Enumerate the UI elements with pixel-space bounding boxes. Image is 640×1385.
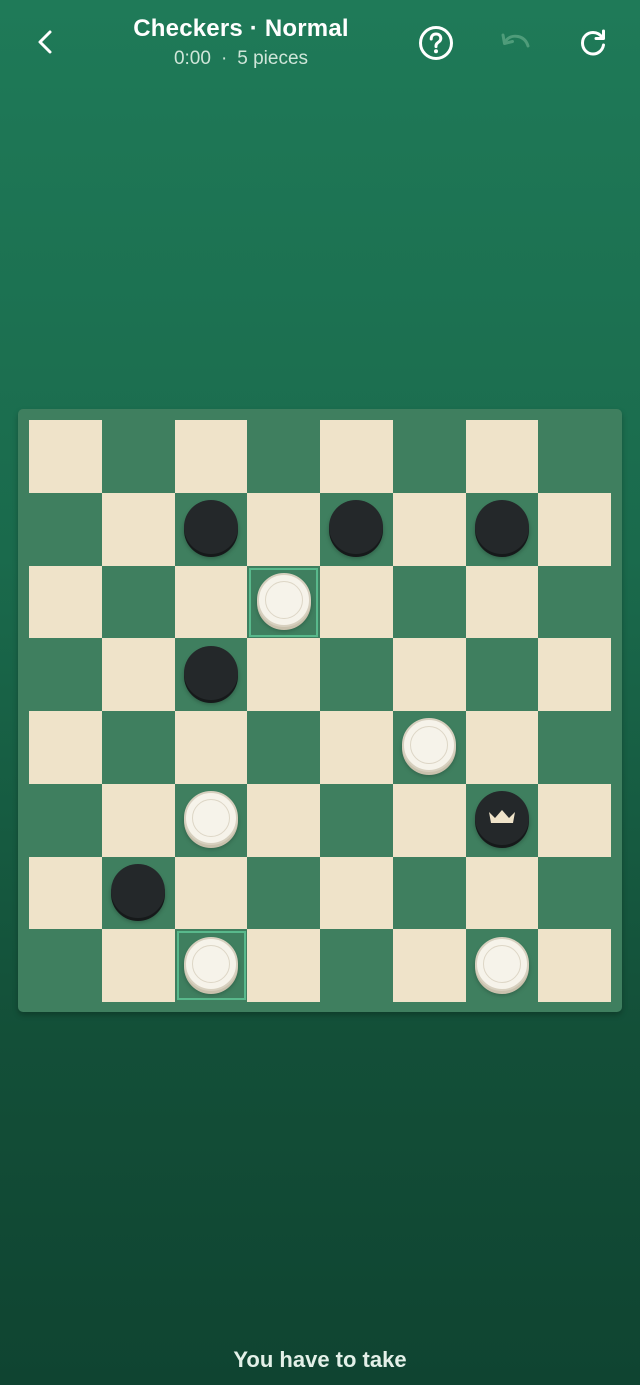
dark-square[interactable] xyxy=(392,856,466,930)
light-square xyxy=(247,492,321,566)
separator: · xyxy=(220,48,228,69)
light-square xyxy=(29,420,102,493)
light-square xyxy=(538,783,612,857)
light-square xyxy=(29,711,102,784)
white-piece[interactable] xyxy=(474,936,529,991)
light-square xyxy=(174,856,248,930)
light-square xyxy=(392,492,466,566)
light-square xyxy=(29,565,102,639)
dark-square[interactable] xyxy=(392,565,466,639)
light-square xyxy=(101,492,175,566)
timer: 0:00 xyxy=(173,48,211,69)
restart-icon xyxy=(580,29,605,56)
light-square xyxy=(174,420,248,493)
black-piece[interactable] xyxy=(183,500,238,555)
light-square xyxy=(538,638,612,712)
dark-square[interactable] xyxy=(465,638,539,712)
light-square xyxy=(174,565,248,639)
checkers-board[interactable] xyxy=(29,420,612,1003)
light-square xyxy=(320,565,393,639)
light-square xyxy=(320,420,393,493)
light-square xyxy=(538,929,612,1003)
dark-square[interactable] xyxy=(101,565,175,639)
dark-square[interactable] xyxy=(247,856,321,930)
question-circle-icon xyxy=(419,26,453,60)
light-square xyxy=(101,783,175,857)
crown-icon xyxy=(488,810,515,824)
light-square xyxy=(392,929,466,1003)
board-frame xyxy=(18,409,622,1012)
game-title-block: Checkers · Normal 0:00 · 5 pieces xyxy=(90,14,392,72)
light-square xyxy=(101,929,175,1003)
light-square xyxy=(29,856,102,930)
back-button[interactable] xyxy=(22,18,70,66)
dark-square[interactable] xyxy=(101,711,175,784)
undo-button[interactable] xyxy=(491,19,539,67)
light-square xyxy=(465,711,539,784)
status-message: You have to take xyxy=(233,1347,407,1372)
top-bar: Checkers · Normal 0:00 · 5 pieces xyxy=(0,0,640,90)
light-square xyxy=(320,856,393,930)
light-square xyxy=(174,711,248,784)
dark-square[interactable] xyxy=(538,565,612,639)
light-square xyxy=(538,492,612,566)
light-square xyxy=(247,638,321,712)
dark-square[interactable] xyxy=(320,783,393,857)
dark-square[interactable] xyxy=(320,929,393,1003)
white-piece[interactable] xyxy=(183,791,238,846)
dark-square[interactable] xyxy=(29,638,102,712)
dark-square[interactable] xyxy=(392,420,466,493)
black-piece[interactable] xyxy=(183,645,238,700)
light-square xyxy=(320,711,393,784)
game-title: Checkers · Normal xyxy=(133,15,349,42)
dark-square[interactable] xyxy=(538,711,612,784)
dark-square[interactable] xyxy=(29,492,102,566)
black-king[interactable] xyxy=(474,791,529,846)
dark-square[interactable] xyxy=(247,420,321,493)
dark-square[interactable] xyxy=(29,929,102,1003)
light-square xyxy=(465,856,539,930)
undo-icon xyxy=(501,33,530,48)
light-square xyxy=(101,638,175,712)
dark-square[interactable] xyxy=(538,856,612,930)
game-info: 0:00 · 5 pieces xyxy=(90,46,392,72)
dark-square[interactable] xyxy=(320,638,393,712)
black-piece[interactable] xyxy=(474,500,529,555)
light-square xyxy=(247,783,321,857)
black-piece[interactable] xyxy=(111,863,166,918)
help-button[interactable] xyxy=(412,19,460,67)
light-square xyxy=(392,783,466,857)
dark-square[interactable] xyxy=(29,783,102,857)
white-piece[interactable] xyxy=(256,572,311,627)
white-piece[interactable] xyxy=(183,936,238,991)
light-square xyxy=(392,638,466,712)
piece-count: 5 pieces xyxy=(237,48,309,69)
light-square xyxy=(465,565,539,639)
chevron-left-icon xyxy=(38,30,52,54)
dark-square[interactable] xyxy=(101,420,175,493)
restart-button[interactable] xyxy=(570,19,618,67)
dark-square[interactable] xyxy=(538,420,612,493)
light-square xyxy=(465,420,539,493)
light-square xyxy=(247,929,321,1003)
dark-square[interactable] xyxy=(247,711,321,784)
